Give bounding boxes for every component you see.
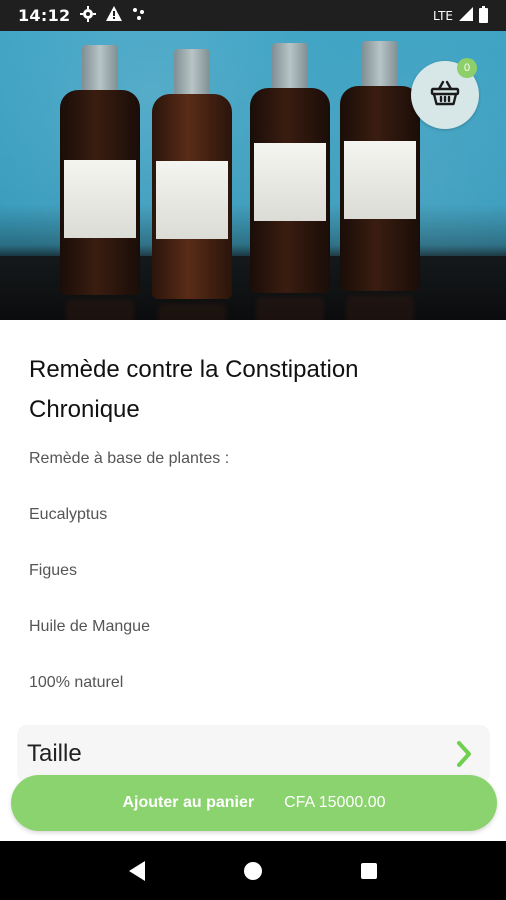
- size-option-label: Taille: [27, 740, 82, 767]
- status-bar: 14:12 LTE: [0, 0, 506, 31]
- description-line: Remède à base de plantes :: [29, 450, 230, 467]
- description-line: Huile de Mangue: [29, 618, 150, 635]
- cart-count-badge: 0: [457, 58, 477, 78]
- gear-icon: [80, 5, 97, 26]
- system-nav-bar: [0, 841, 506, 900]
- back-icon[interactable]: [129, 860, 146, 881]
- bottle-illustration: [250, 43, 330, 320]
- price-label: CFA 15000.00: [284, 794, 386, 811]
- network-dots-icon: [132, 6, 148, 25]
- bottle-illustration: [152, 49, 232, 320]
- network-label: LTE: [433, 8, 453, 23]
- recent-apps-icon[interactable]: [360, 862, 377, 879]
- home-icon[interactable]: [243, 861, 262, 880]
- bottle-illustration: [60, 45, 140, 320]
- description-line: 100% naturel: [29, 674, 124, 691]
- status-time: 14:12: [18, 6, 71, 25]
- description-line: Figues: [29, 562, 78, 579]
- add-to-cart-label: Ajouter au panier: [122, 794, 255, 811]
- chevron-right-icon: [456, 740, 472, 768]
- description-line: Eucalyptus: [29, 506, 108, 523]
- signal-icon: [459, 7, 473, 24]
- product-details: Remède contre la Constipation Chronique …: [0, 320, 506, 841]
- battery-icon: [479, 6, 488, 23]
- bottle-illustration: [340, 41, 420, 320]
- product-title: Remède contre la Constipation Chronique: [29, 356, 359, 423]
- add-to-cart-button[interactable]: Ajouter au panier CFA 15000.00: [11, 775, 497, 831]
- warning-icon: [106, 6, 123, 25]
- basket-icon: [430, 80, 460, 111]
